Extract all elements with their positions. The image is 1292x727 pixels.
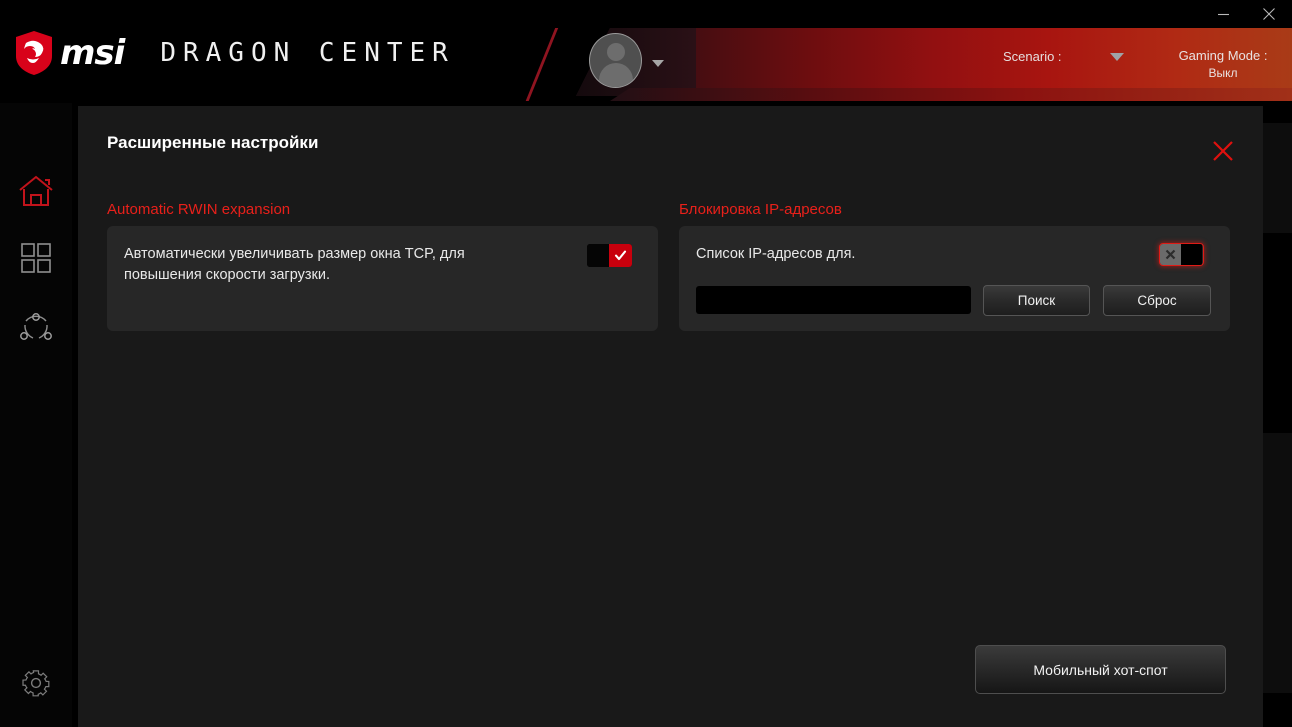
dragon-center-window: msi DRAGON CENTER Scenario : Gaming Mode… (0, 0, 1292, 727)
msi-dragon-shield-icon (16, 31, 52, 75)
toggle-on-half (609, 244, 632, 267)
user-profile[interactable] (589, 33, 664, 88)
toggle-blank-half (1181, 244, 1202, 265)
close-x-icon (1213, 141, 1233, 161)
minimize-button[interactable] (1200, 0, 1246, 28)
header-bottom-line (0, 101, 1292, 103)
title-bar (0, 0, 1292, 28)
ipblock-description: Список IP-адресов для. (696, 246, 856, 262)
close-button[interactable] (1246, 0, 1292, 28)
toggle-x-half (1160, 244, 1181, 265)
header-red-strip (610, 88, 1292, 101)
gaming-mode-value: Выкл (1208, 66, 1238, 80)
sidebar-item-home[interactable] (0, 155, 72, 227)
rwin-description: Автоматически увеличивать размер окна TC… (124, 246, 465, 284)
left-sidebar (0, 103, 72, 727)
rwin-toggle[interactable] (587, 244, 632, 267)
user-avatar-icon[interactable] (589, 33, 642, 88)
sidebar-item-network[interactable] (0, 292, 72, 364)
ipblock-toggle[interactable] (1159, 243, 1204, 266)
section-title-rwin: Automatic RWIN expansion (107, 201, 291, 218)
mobile-hotspot-button[interactable]: Мобильный хот-спот (975, 645, 1226, 694)
sidebar-item-apps[interactable] (0, 222, 72, 294)
gaming-mode-status[interactable]: Gaming Mode : Выкл (1148, 48, 1292, 80)
card-ipblock: Список IP-адресов для. Поиск Сброс (679, 226, 1230, 331)
toggle-off-half (587, 244, 609, 267)
scenario-label: Scenario : (1003, 49, 1062, 64)
minimize-icon (1217, 13, 1229, 15)
product-name: DRAGON CENTER (160, 38, 455, 68)
check-icon (614, 250, 627, 261)
brand-name: msi (60, 33, 125, 73)
avatar-body (598, 63, 633, 87)
search-button[interactable]: Поиск (983, 285, 1090, 316)
gaming-mode-label: Gaming Mode : (1178, 48, 1268, 63)
advanced-settings-dialog: Расширенные настройки Automatic RWIN exp… (78, 106, 1263, 727)
brand-logo: msi DRAGON CENTER (14, 30, 455, 76)
window-controls (1200, 0, 1292, 28)
avatar-head (606, 43, 625, 61)
gear-icon (22, 670, 50, 697)
card-rwin: Автоматически увеличивать размер окна TC… (107, 226, 658, 331)
network-share-icon (20, 313, 52, 340)
home-icon (19, 175, 53, 206)
ip-search-input[interactable] (696, 286, 971, 314)
close-icon (1263, 8, 1275, 20)
section-ipblock: Блокировка IP-адресов Список IP-адресов … (679, 201, 1230, 331)
section-title-ipblock: Блокировка IP-адресов (679, 201, 842, 218)
chevron-down-icon[interactable] (1109, 52, 1124, 61)
reset-button[interactable]: Сброс (1103, 285, 1211, 316)
dialog-close-button[interactable] (1206, 134, 1240, 168)
page-title: Расширенные настройки (107, 133, 319, 152)
section-rwin: Automatic RWIN expansion Автоматически у… (107, 201, 658, 331)
sidebar-item-settings[interactable] (0, 647, 72, 719)
chevron-down-icon[interactable] (652, 60, 664, 67)
x-icon (1165, 249, 1176, 260)
grid-apps-icon (21, 243, 51, 273)
scenario-selector[interactable]: Scenario : (1003, 49, 1124, 64)
